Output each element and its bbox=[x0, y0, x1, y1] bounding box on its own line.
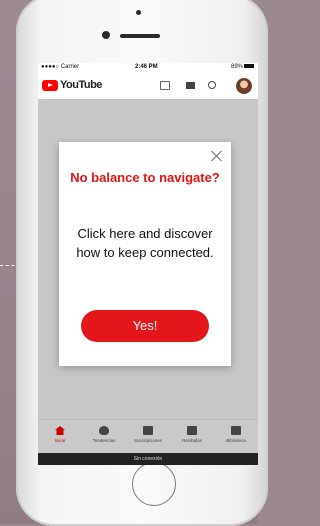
home-button[interactable] bbox=[132, 462, 176, 506]
library-icon bbox=[231, 426, 241, 435]
tab-label: Biblioteca bbox=[226, 438, 246, 443]
close-icon[interactable] bbox=[211, 150, 223, 162]
subscriptions-icon bbox=[143, 426, 153, 435]
avatar[interactable] bbox=[236, 78, 252, 94]
camera-icon[interactable] bbox=[186, 82, 195, 89]
tab-tendencias[interactable]: Tendencias bbox=[82, 426, 126, 443]
tab-label: Suscripciones bbox=[133, 438, 162, 443]
brand-name: YouTube bbox=[60, 79, 102, 91]
tab-inicio[interactable]: Inicio bbox=[38, 426, 82, 443]
app-bar: YouTube bbox=[38, 73, 258, 99]
trending-icon bbox=[99, 426, 109, 435]
battery-indicator: 89% bbox=[231, 64, 254, 70]
dialog-title: No balance to navigate? bbox=[70, 170, 220, 185]
tab-label: Inicio bbox=[54, 438, 66, 443]
dialog-body: Click here and discover how to keep conn… bbox=[76, 226, 214, 260]
battery-icon bbox=[244, 64, 254, 69]
bottom-tab-bar: Inicio Tendencias Suscripciones Recibido… bbox=[38, 419, 258, 454]
youtube-logo-icon[interactable] bbox=[42, 80, 58, 91]
phone-screen: ●●●●○ Carrier 2:46 PM 89% YouTube No bal… bbox=[38, 63, 258, 465]
earpiece-speaker bbox=[120, 34, 160, 38]
clock: 2:46 PM bbox=[135, 64, 158, 70]
carrier-label: ●●●●○ Carrier bbox=[41, 64, 80, 70]
tab-recibidos[interactable]: Recibidos bbox=[170, 426, 214, 443]
search-icon[interactable] bbox=[208, 81, 216, 89]
yes-button[interactable]: Yes! bbox=[81, 310, 209, 342]
cast-icon[interactable] bbox=[160, 81, 170, 90]
tab-biblioteca[interactable]: Biblioteca bbox=[214, 426, 258, 443]
front-camera bbox=[102, 31, 110, 39]
home-icon bbox=[55, 426, 65, 435]
offline-banner: Sin conexión bbox=[38, 453, 258, 465]
status-bar: ●●●●○ Carrier 2:46 PM 89% bbox=[38, 63, 258, 73]
battery-percent: 89% bbox=[230, 64, 243, 70]
proximity-sensor bbox=[136, 10, 141, 15]
no-balance-dialog: No balance to navigate? Click here and d… bbox=[59, 142, 231, 366]
tab-label: Tendencias bbox=[92, 438, 116, 443]
tab-suscripciones[interactable]: Suscripciones bbox=[126, 426, 170, 443]
inbox-icon bbox=[187, 426, 197, 435]
tab-label: Recibidos bbox=[182, 438, 202, 443]
